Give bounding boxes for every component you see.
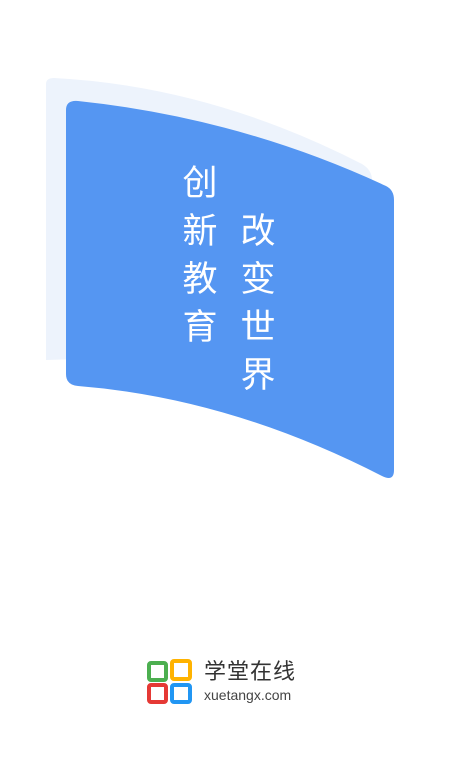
slogan-char: 教 — [182, 260, 218, 300]
slogan-char: 改 — [240, 212, 276, 252]
slogan-char: 育 — [182, 308, 218, 348]
slogan-char: 变 — [240, 260, 276, 300]
slogan-column-change-world: 改 变 世 界 — [238, 208, 278, 400]
curved-panel-graphic — [46, 78, 394, 478]
brand-name: 学堂在线 — [204, 660, 297, 685]
slogan-char: 界 — [240, 356, 276, 396]
four-squares-logo-icon — [147, 659, 192, 704]
slogan-char: 新 — [182, 212, 218, 252]
splash-hero: 创 新 教 育 改 变 世 界 — [0, 0, 460, 520]
brand-text: 学堂在线 xuetangx.com — [204, 660, 296, 704]
brand-lockup: 学堂在线 xuetangx.com — [146, 654, 296, 710]
brand-domain: xuetangx.com — [204, 687, 292, 703]
slogan-column-innovate-education: 创 新 教 育 — [180, 160, 220, 352]
slogan-char: 世 — [240, 308, 276, 348]
slogan-char: 创 — [182, 164, 218, 204]
